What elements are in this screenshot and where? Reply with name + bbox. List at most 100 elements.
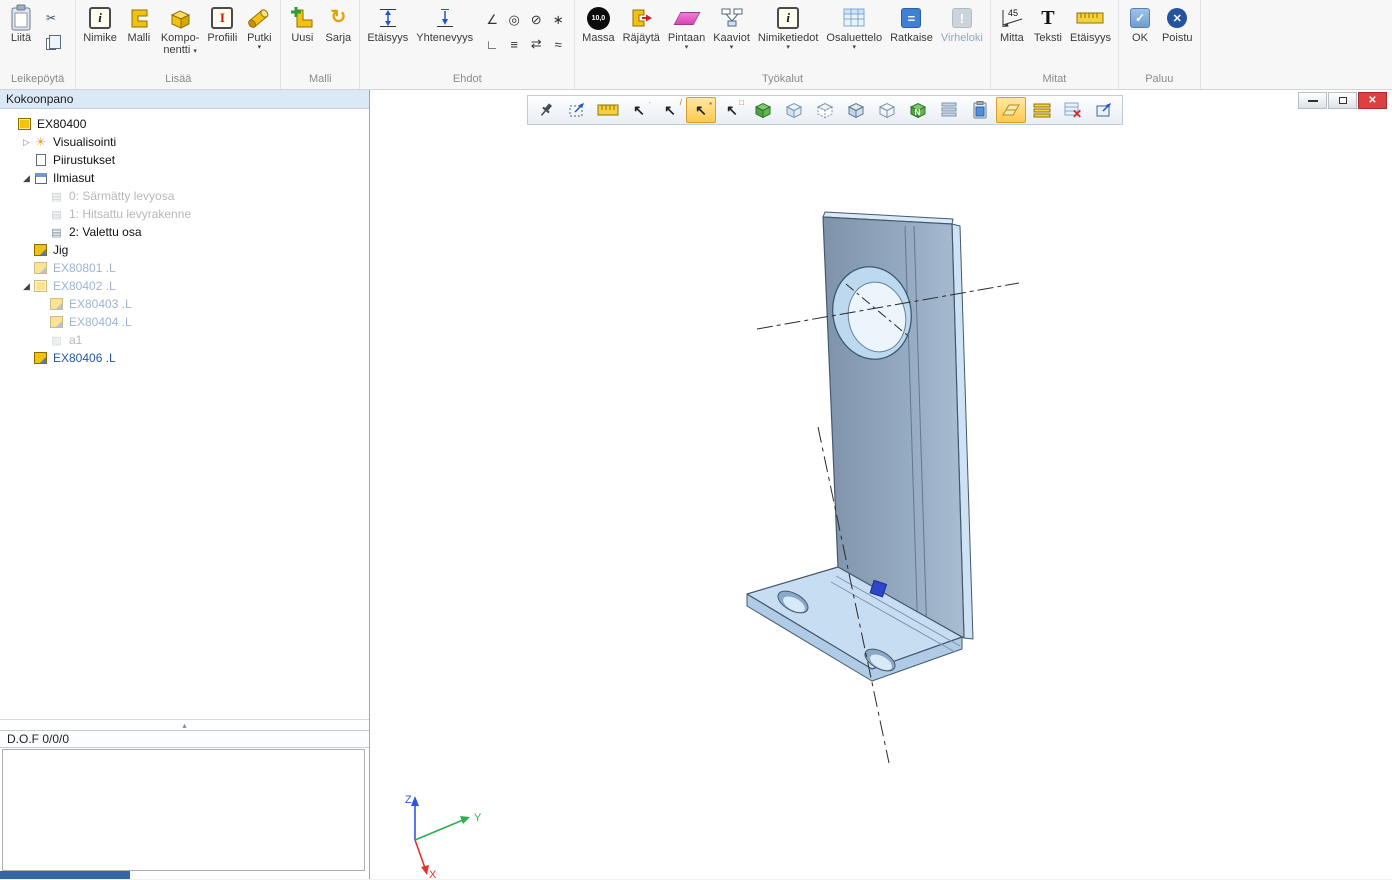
- series-button[interactable]: ↻ Sarja: [320, 0, 356, 44]
- expander-expanded-icon[interactable]: ◢: [20, 281, 33, 292]
- item-button[interactable]: i Nimike: [79, 0, 121, 44]
- cut-icon: ✂: [46, 11, 56, 25]
- pin-button[interactable]: [531, 97, 561, 123]
- part-icon: [49, 298, 64, 311]
- model-canvas[interactable]: Z Y X: [370, 90, 1392, 879]
- clipboard-view-icon: [970, 100, 990, 120]
- angle-constraint-button[interactable]: ∠: [481, 8, 503, 32]
- diagrams-icon: [720, 4, 744, 32]
- minimize-button[interactable]: [1298, 92, 1327, 109]
- hidden-line-view-button[interactable]: [810, 97, 840, 123]
- named-state-button[interactable]: N: [903, 97, 933, 123]
- tree-item-a1[interactable]: ▨ a1: [0, 331, 369, 349]
- tree-item-visualisointi[interactable]: ▷ ☀ Visualisointi: [0, 133, 369, 151]
- tree-item-ex80402[interactable]: ◢ EX80402 .L: [0, 277, 369, 295]
- select-window-button[interactable]: ↖□: [717, 97, 747, 123]
- tree-item-ilmiasut[interactable]: ◢ Ilmiasut: [0, 169, 369, 187]
- profile-button[interactable]: I Profiili: [203, 0, 241, 44]
- shaded-view-button[interactable]: [748, 97, 778, 123]
- fit-view-button[interactable]: [562, 97, 592, 123]
- tree-item-valettu-osa[interactable]: ▤ 2: Valettu osa: [0, 223, 369, 241]
- drawing-icon: [33, 154, 48, 167]
- item-data-icon: i: [777, 7, 799, 29]
- transparent-view-button[interactable]: [872, 97, 902, 123]
- exit-button[interactable]: ✕ Poistu: [1158, 0, 1197, 44]
- component-button[interactable]: Kompo- nentti ▾: [157, 0, 204, 56]
- smooth-constraint-button[interactable]: ≈: [547, 32, 569, 56]
- model-button[interactable]: Malli: [121, 0, 157, 44]
- select-face-button[interactable]: ↖▪: [686, 97, 716, 123]
- transparent-cube-icon: [877, 100, 897, 120]
- to-surface-icon: [673, 12, 700, 25]
- drawing-sheets-button[interactable]: [1027, 97, 1057, 123]
- measure-button[interactable]: 45 Mitta: [994, 0, 1030, 44]
- text-button[interactable]: T Teksti: [1030, 0, 1066, 44]
- viewport-3d[interactable]: Z Y X ↖· ↖/: [370, 90, 1392, 879]
- sketch-icon: ▨: [49, 334, 64, 347]
- assembly-icon: [17, 118, 32, 131]
- restore-button[interactable]: [1328, 92, 1357, 109]
- tree-item-piirustukset[interactable]: Piirustukset: [0, 151, 369, 169]
- distance-measure-button[interactable]: Etäisyys: [1066, 0, 1115, 44]
- swap-constraint-button[interactable]: ⇄: [525, 32, 547, 56]
- tree-item-jig[interactable]: Jig: [0, 241, 369, 259]
- concentric-constraint-button[interactable]: ◎: [503, 8, 525, 32]
- expander-expanded-icon[interactable]: ◢: [20, 173, 33, 184]
- select-edge-button[interactable]: ↖/: [655, 97, 685, 123]
- panel-collapse-handle[interactable]: ▴: [0, 719, 369, 730]
- solve-button[interactable]: = Ratkaise: [886, 0, 937, 44]
- coincidence-constraint-button[interactable]: Yhtenevyys: [412, 0, 477, 44]
- dropdown-caret-icon: ▾: [730, 44, 734, 52]
- exit-icon: ✕: [1167, 8, 1187, 28]
- to-surface-button[interactable]: Pintaan ▾: [664, 0, 709, 52]
- tree-item-ex80406[interactable]: EX80406 .L: [0, 349, 369, 367]
- symmetry-constraint-button[interactable]: ∗: [547, 8, 569, 32]
- assembly-tree: EX80400 ▷ ☀ Visualisointi Piirustukset ◢…: [0, 109, 369, 719]
- paste-button[interactable]: Liitä: [3, 0, 39, 44]
- cursor-icon: ↖: [664, 103, 676, 117]
- group-label-insert: Lisää: [79, 72, 277, 89]
- copy-view-button[interactable]: [965, 97, 995, 123]
- parts-list-icon: [842, 4, 866, 32]
- expander-collapsed-icon[interactable]: ▷: [20, 137, 33, 148]
- perpendicular-constraint-button[interactable]: ∟: [481, 32, 503, 56]
- cut-button[interactable]: ✂: [39, 8, 63, 28]
- tree-item-ex80801[interactable]: EX80801 .L: [0, 259, 369, 277]
- shaded-edges-view-button[interactable]: [841, 97, 871, 123]
- close-button[interactable]: ✕: [1358, 92, 1387, 109]
- delete-view-button[interactable]: ✕: [1058, 97, 1088, 123]
- copy-button[interactable]: [39, 34, 63, 54]
- feature-list-icon: [939, 100, 959, 120]
- model-icon: [127, 4, 151, 32]
- new-button[interactable]: Uusi: [284, 0, 320, 44]
- explode-button[interactable]: Räjäytä: [619, 0, 664, 44]
- diagrams-button[interactable]: Kaaviot ▾: [709, 0, 754, 52]
- tree-item-ex80404[interactable]: EX80404 .L: [0, 313, 369, 331]
- tree-item-ex80400[interactable]: EX80400: [0, 115, 369, 133]
- assembly-panel: Kokoonpano EX80400 ▷ ☀ Visualisointi Pii…: [0, 90, 370, 879]
- tangent-constraint-button[interactable]: ⊘: [525, 8, 547, 32]
- tree-item-sarmatty-levyosa[interactable]: ▤ 0: Särmätty levyosa: [0, 187, 369, 205]
- error-log-button[interactable]: ! Virheloki: [937, 0, 987, 44]
- mass-icon: 10,0: [587, 7, 610, 30]
- snap-point-button[interactable]: ↖·: [624, 97, 654, 123]
- pipe-button[interactable]: Putki ▾: [241, 0, 277, 52]
- parallel-constraint-button[interactable]: ≡: [503, 32, 525, 56]
- fit-view-icon: [567, 100, 587, 120]
- mass-button[interactable]: 10,0 Massa: [578, 0, 618, 44]
- lower-panel: [2, 749, 365, 871]
- ok-button[interactable]: ✓ OK: [1122, 0, 1158, 44]
- sketch-plane-button[interactable]: [996, 97, 1026, 123]
- item-data-button[interactable]: i Nimiketiedot ▾: [754, 0, 823, 52]
- tree-item-ex80403[interactable]: EX80403 .L: [0, 295, 369, 313]
- sheets-icon: [1032, 100, 1052, 120]
- feature-list-button[interactable]: [934, 97, 964, 123]
- parts-list-button[interactable]: Osaluettelo ▾: [822, 0, 886, 52]
- export-view-button[interactable]: [1089, 97, 1119, 123]
- measure-tool-button[interactable]: [593, 97, 623, 123]
- wireframe-view-button[interactable]: [779, 97, 809, 123]
- distance-constraint-button[interactable]: Etäisyys: [363, 0, 412, 44]
- tree-item-hitsattu-levyrakenne[interactable]: ▤ 1: Hitsattu levyrakenne: [0, 205, 369, 223]
- distance-constraint-icon: [376, 4, 400, 32]
- close-icon: ✕: [1368, 95, 1376, 106]
